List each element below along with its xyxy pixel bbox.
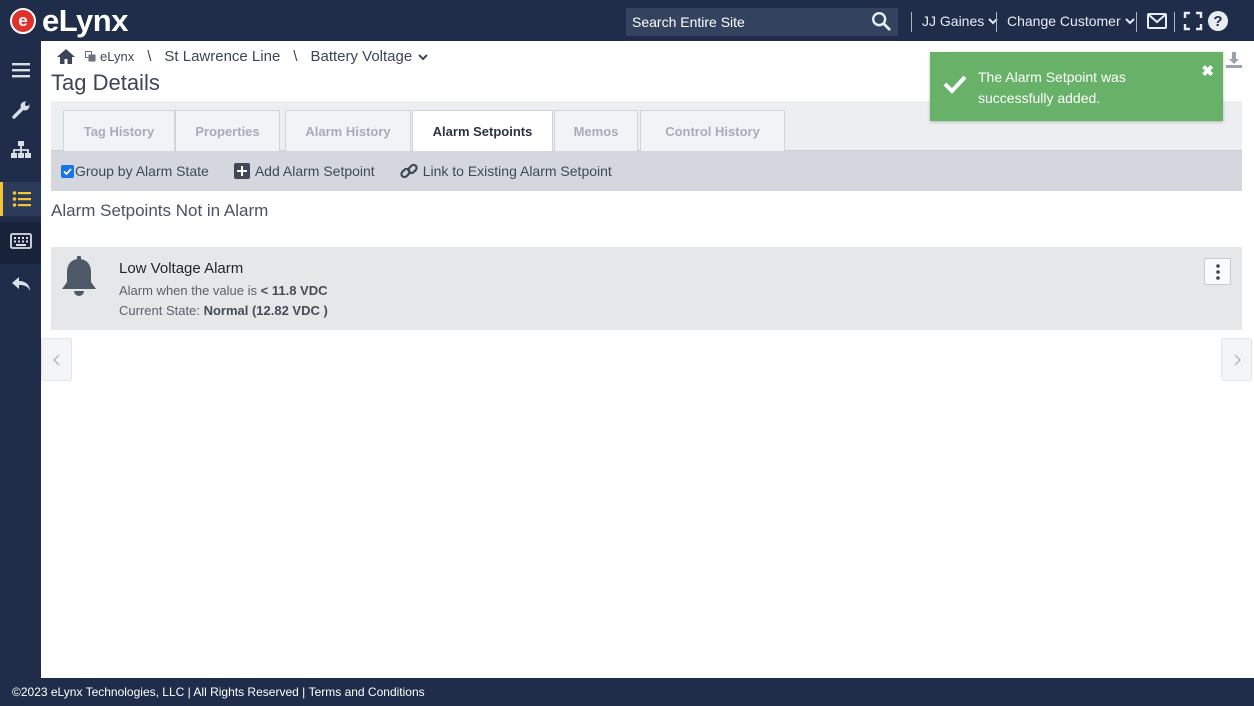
breadcrumb-root[interactable]: eLynx <box>100 49 134 64</box>
left-nav-rail <box>0 41 41 678</box>
tab-tag-history[interactable]: Tag History <box>63 110 175 151</box>
add-alarm-setpoint-button[interactable]: Add Alarm Setpoint <box>233 163 375 179</box>
menu-icon[interactable] <box>0 53 41 87</box>
link-icon <box>400 162 418 180</box>
tab-alarm-setpoints[interactable]: Alarm Setpoints <box>412 110 553 152</box>
chevron-down-icon[interactable] <box>418 54 428 61</box>
site-icon <box>85 50 96 62</box>
user-menu[interactable]: JJ Gaines <box>922 13 998 29</box>
alarm-state-label: Current State: <box>119 303 200 318</box>
group-by-alarm-state-checkbox[interactable]: Group by Alarm State <box>61 163 209 179</box>
logo-text: eLynx <box>42 3 128 38</box>
link-existing-label: Link to Existing Alarm Setpoint <box>422 163 612 179</box>
chevron-left-icon <box>52 353 60 366</box>
chevron-down-icon <box>1124 17 1135 24</box>
checkbox-checked-icon <box>61 164 74 178</box>
breadcrumb-separator: \ <box>293 47 298 65</box>
breadcrumb: eLynx \ St Lawrence Line \ Battery Volta… <box>56 46 428 66</box>
wrench-icon[interactable] <box>0 93 41 127</box>
next-page-button[interactable] <box>1221 338 1252 381</box>
alarm-condition-value: < 11.8 VDC <box>260 283 328 298</box>
change-customer-menu[interactable]: Change Customer <box>1007 13 1135 29</box>
link-existing-setpoint-button[interactable]: Link to Existing Alarm Setpoint <box>400 162 612 180</box>
setpoints-toolbar: Group by Alarm State Add Alarm Setpoint … <box>51 151 1242 191</box>
bell-icon <box>59 256 99 303</box>
site-search <box>626 8 898 36</box>
hierarchy-icon[interactable] <box>0 133 41 167</box>
back-icon[interactable] <box>0 267 41 301</box>
success-toast: The Alarm Setpoint was successfully adde… <box>930 52 1223 121</box>
header-divider <box>1174 12 1175 32</box>
tab-alarm-history[interactable]: Alarm History <box>285 110 411 151</box>
mail-icon[interactable] <box>1146 10 1168 32</box>
download-icon[interactable] <box>1224 50 1244 75</box>
change-customer-label: Change Customer <box>1007 13 1121 29</box>
home-icon[interactable] <box>56 48 76 65</box>
breadcrumb-separator: \ <box>147 47 152 65</box>
svg-text:?: ? <box>1213 13 1222 30</box>
logo-mark-icon: e <box>10 8 36 34</box>
list-icon[interactable] <box>0 182 41 216</box>
alarm-condition-text: Alarm when the value is <box>119 283 258 298</box>
search-input[interactable] <box>626 8 866 36</box>
alarm-state-value: Normal (12.82 VDC ) <box>203 303 328 318</box>
page-title: Tag Details <box>51 70 160 95</box>
breadcrumb-site[interactable]: St Lawrence Line <box>164 48 280 65</box>
header-divider <box>996 12 997 32</box>
search-icon[interactable] <box>870 10 894 34</box>
chevron-right-icon <box>1233 353 1241 366</box>
breadcrumb-tag[interactable]: Battery Voltage <box>310 48 412 65</box>
section-title: Alarm Setpoints Not in Alarm <box>51 201 269 220</box>
footer: ©2023 eLynx Technologies, LLC | All Righ… <box>0 678 1254 706</box>
prev-page-button[interactable] <box>41 338 72 381</box>
add-alarm-setpoint-label: Add Alarm Setpoint <box>254 163 375 179</box>
header-divider <box>911 12 912 32</box>
user-name: JJ Gaines <box>922 13 985 29</box>
top-header: e eLynx JJ Gaines Change Customer ? <box>0 0 1254 41</box>
checkmark-icon <box>943 74 967 99</box>
close-icon[interactable]: ✖ <box>1201 62 1214 80</box>
keyboard-icon[interactable] <box>0 224 41 258</box>
alarm-setpoint-card[interactable]: Low Voltage Alarm Alarm when the value i… <box>51 247 1242 330</box>
tab-properties[interactable]: Properties <box>175 110 280 151</box>
tab-control-history[interactable]: Control History <box>640 110 785 151</box>
fullscreen-icon[interactable] <box>1182 10 1204 32</box>
plus-square-icon <box>233 163 250 179</box>
alarm-current-state: Current State: Normal (12.82 VDC ) <box>119 303 328 318</box>
kebab-menu-icon <box>1215 263 1220 280</box>
tab-memos[interactable]: Memos <box>554 110 638 151</box>
header-divider <box>1136 12 1137 32</box>
terms-link[interactable]: Terms and Conditions <box>309 685 425 699</box>
alarm-name: Low Voltage Alarm <box>119 260 244 277</box>
help-icon[interactable]: ? <box>1207 10 1229 32</box>
alarm-condition: Alarm when the value is < 11.8 VDC <box>119 283 328 298</box>
alarm-options-button[interactable] <box>1204 258 1231 285</box>
footer-copyright: ©2023 eLynx Technologies, LLC | All Righ… <box>12 685 309 699</box>
toast-message: The Alarm Setpoint was successfully adde… <box>978 69 1126 106</box>
group-by-label: Group by Alarm State <box>75 163 209 179</box>
elynx-logo[interactable]: e eLynx <box>10 3 128 38</box>
